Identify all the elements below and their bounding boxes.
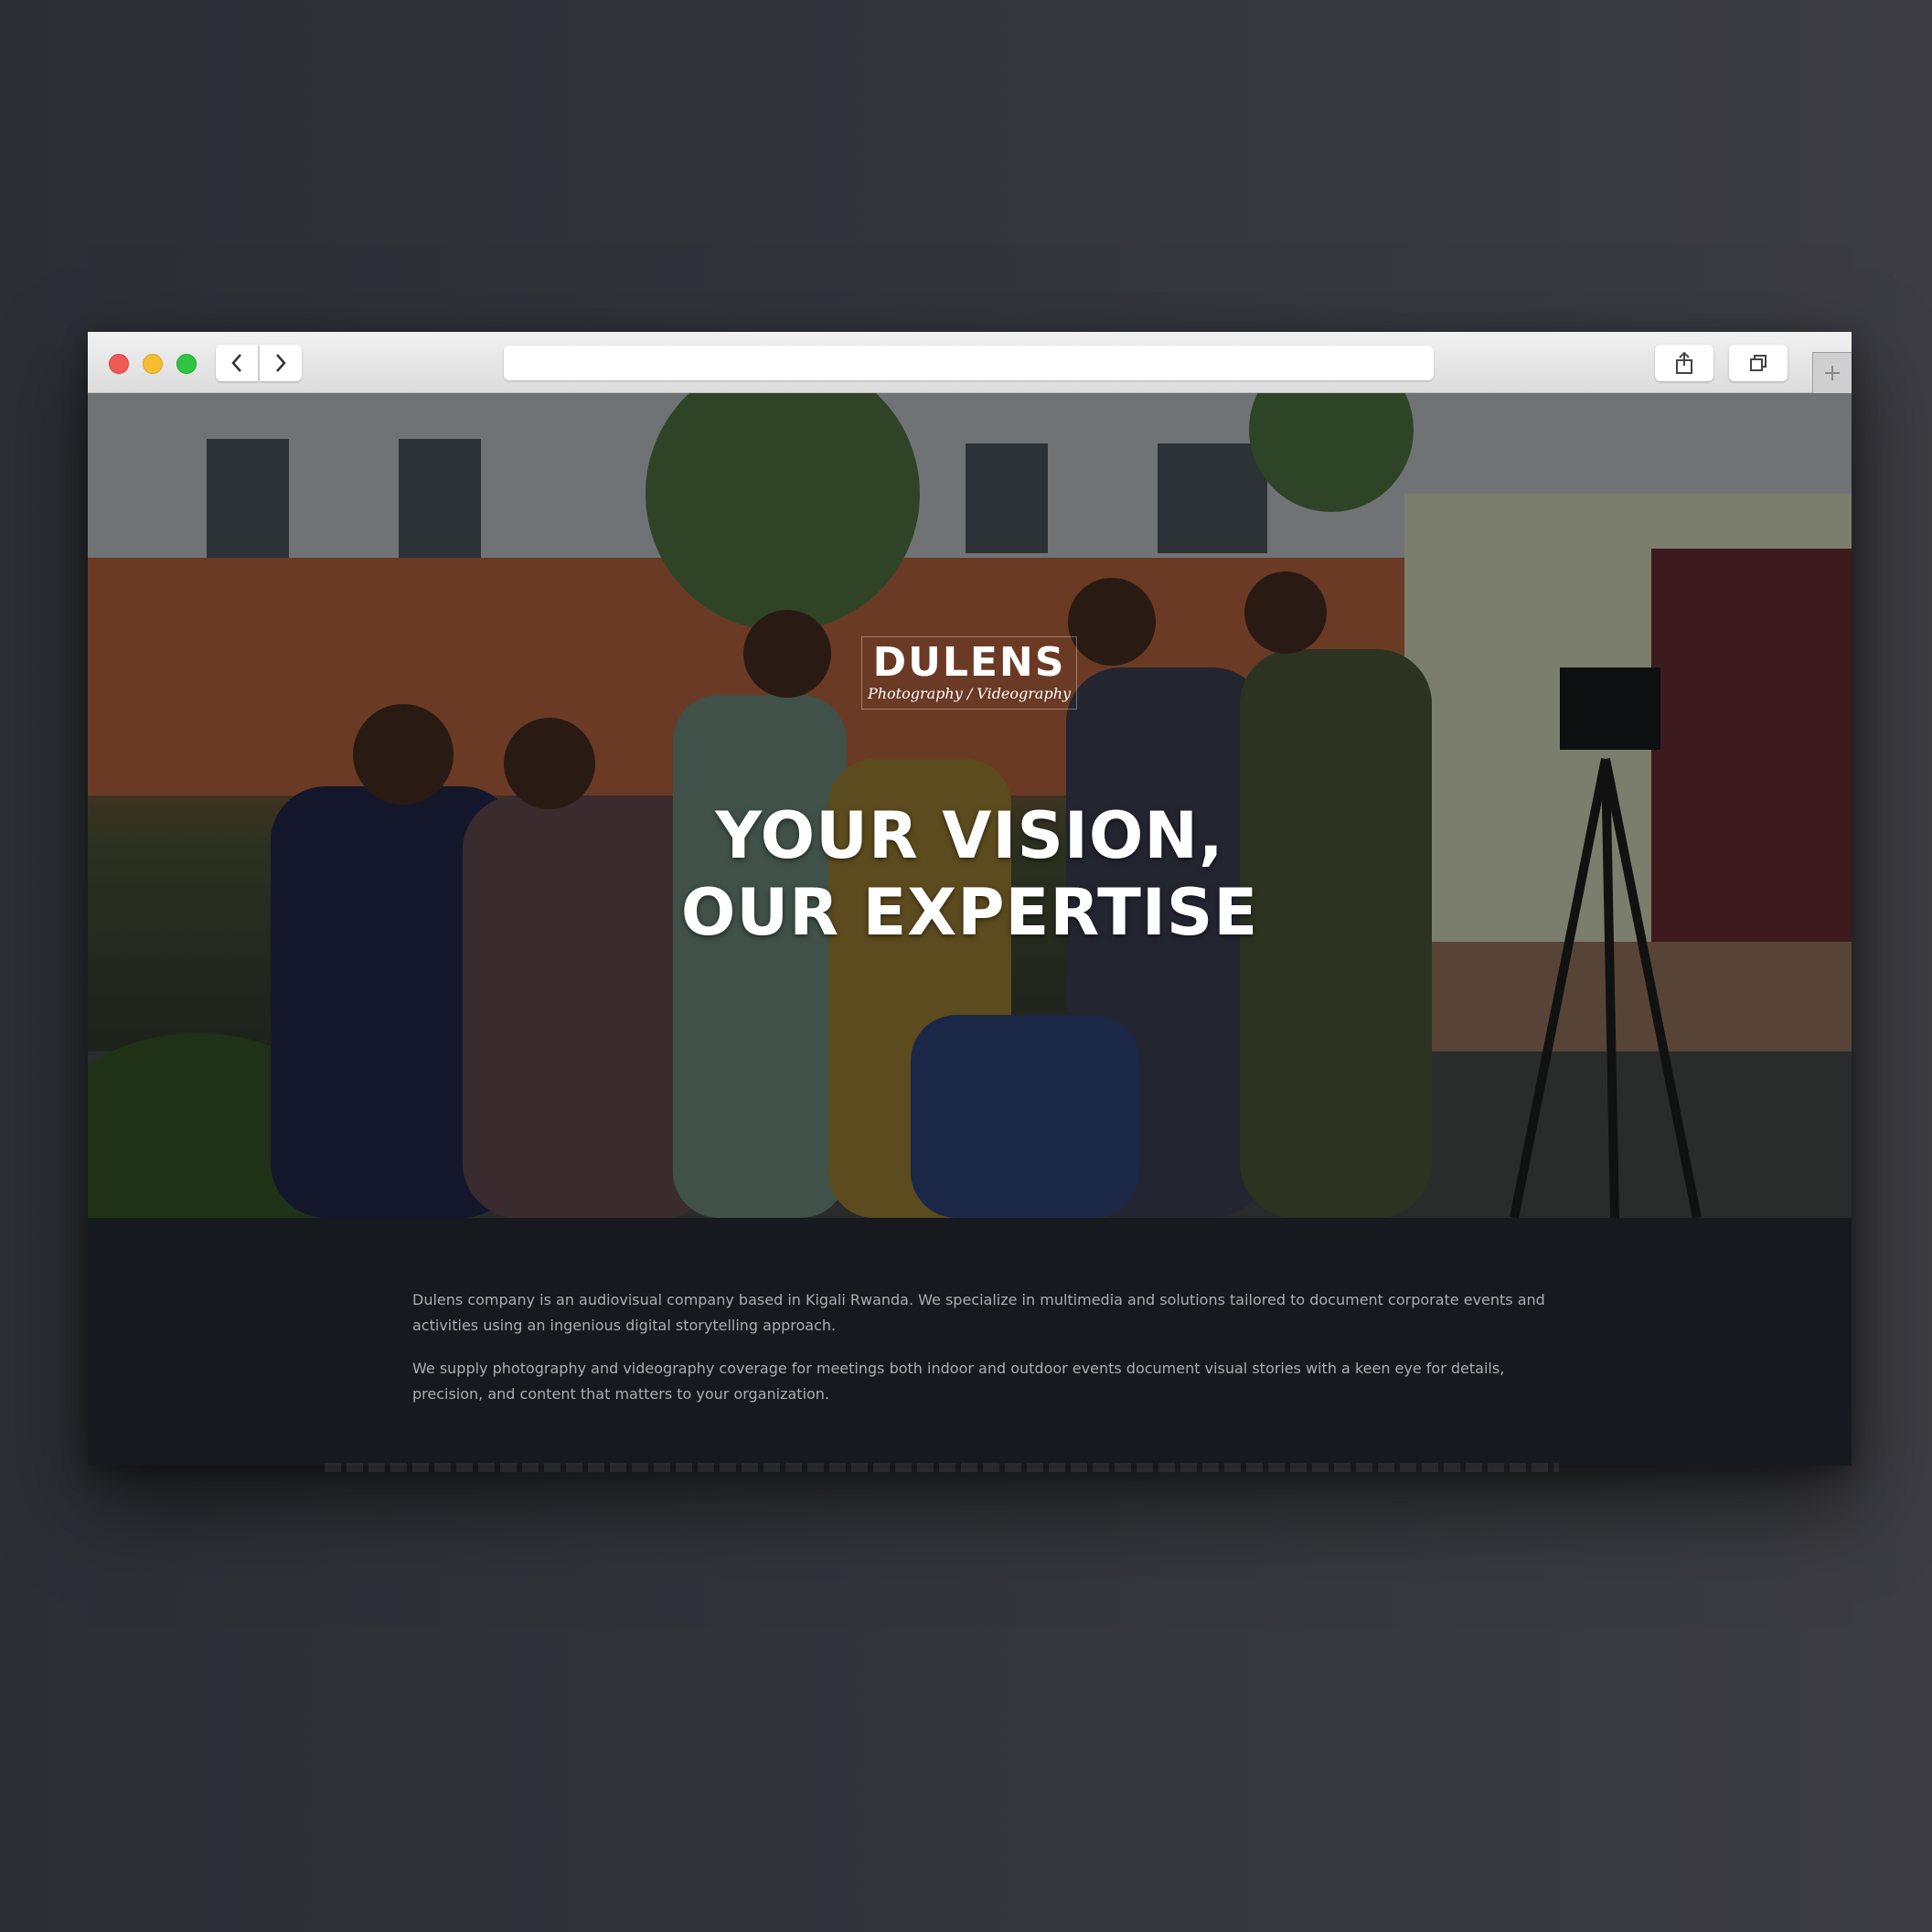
logo-subtitle: Photography / Videography — [867, 685, 1072, 702]
chevron-right-icon — [276, 354, 286, 372]
minimize-window-button[interactable] — [143, 354, 163, 374]
new-tab-button[interactable] — [1812, 352, 1852, 393]
brand-logo[interactable]: DULENS Photography / Videography — [861, 636, 1077, 710]
logo-title: DULENS — [872, 639, 1066, 686]
chevron-left-icon — [231, 354, 241, 372]
zoom-window-button[interactable] — [176, 354, 197, 374]
window-reflection — [325, 1463, 1559, 1472]
share-icon — [1676, 351, 1692, 374]
hero-section: DULENS Photography / Videography YOUR VI… — [88, 393, 1852, 1218]
close-window-button[interactable] — [109, 354, 129, 374]
forward-button[interactable] — [260, 345, 302, 381]
back-button[interactable] — [216, 345, 258, 381]
show-tabs-button[interactable] — [1729, 345, 1788, 381]
tabs-icon — [1750, 355, 1767, 371]
headline-line-2: OUR EXPERTISE — [680, 875, 1259, 950]
share-button[interactable] — [1655, 345, 1713, 381]
headline-line-1: YOUR VISION, — [715, 798, 1224, 873]
browser-toolbar — [88, 332, 1852, 393]
about-paragraph-1: Dulens company is an audiovisual company… — [412, 1291, 1545, 1334]
about-section: Dulens company is an audiovisual company… — [88, 1218, 1852, 1466]
address-bar[interactable] — [504, 346, 1434, 380]
plus-icon — [1825, 366, 1840, 380]
hero-headline: YOUR VISION, OUR EXPERTISE — [88, 797, 1852, 951]
about-paragraph-2: We supply photography and videography co… — [412, 1360, 1505, 1403]
browser-window: DULENS Photography / Videography YOUR VI… — [88, 332, 1852, 1466]
